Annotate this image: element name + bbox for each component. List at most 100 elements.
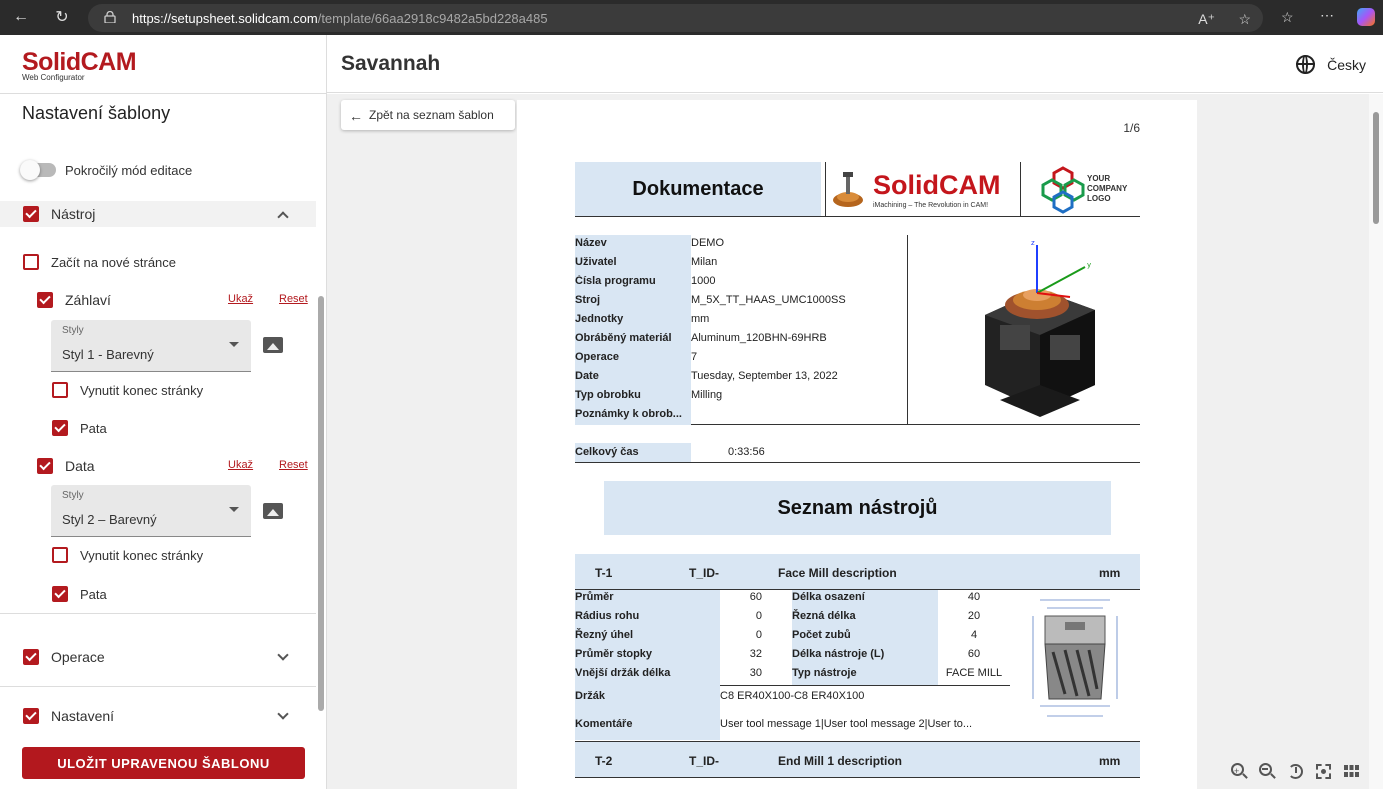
zoom-out-icon[interactable]: [1259, 763, 1277, 781]
data-footer-row[interactable]: Pata: [52, 586, 107, 602]
divider: [0, 686, 316, 687]
document-page: 1/6 Dokumentace SolidCAM iMachining – Th…: [517, 100, 1197, 789]
address-bar[interactable]: https://setupsheet.solidcam.com/template…: [88, 4, 1263, 32]
start-new-page-row[interactable]: Začít na nové stránce: [23, 254, 176, 270]
sidebar-divider: [0, 93, 326, 94]
tool-number: T-1: [595, 566, 613, 580]
setup-checkbox[interactable]: [23, 708, 39, 724]
header-footer-checkbox[interactable]: [52, 420, 68, 436]
header-row[interactable]: Záhlaví: [37, 292, 111, 308]
favorites-icon[interactable]: ☆: [1281, 9, 1294, 26]
grid-view-icon[interactable]: [1343, 763, 1361, 781]
tool-param-value: 0: [755, 629, 762, 641]
fit-screen-icon[interactable]: [1315, 763, 1333, 781]
operation-checkbox[interactable]: [23, 649, 39, 665]
tool-param-label: Průměr: [575, 591, 614, 603]
reload-icon[interactable]: ↻: [51, 6, 73, 28]
header-label: Záhlaví: [65, 292, 111, 308]
image-icon[interactable]: [263, 337, 283, 353]
header-force-end-checkbox[interactable]: [52, 382, 68, 398]
scrollbar-thumb[interactable]: [1373, 112, 1379, 224]
chevron-down-icon[interactable]: [277, 708, 289, 720]
header-show-link[interactable]: Ukaž: [228, 293, 253, 305]
sidebar-scrollbar[interactable]: [316, 201, 326, 736]
data-show-link[interactable]: Ukaž: [228, 459, 253, 471]
header-checkbox[interactable]: [37, 292, 53, 308]
data-style-select[interactable]: Styly Styl 2 – Barevný: [51, 485, 251, 537]
sidebar-title: Nastavení šablony: [22, 103, 171, 123]
image-icon[interactable]: [263, 503, 283, 519]
holder-label: Držák: [575, 690, 605, 702]
solidcam-doc-logo-text: SolidCAM: [873, 170, 1001, 200]
read-aloud-icon[interactable]: A⁺: [1198, 11, 1215, 28]
back-arrow-icon[interactable]: ←: [10, 6, 32, 28]
solidcam-logo: SolidCAM Web Configurator: [22, 49, 137, 82]
data-footer-label: Pata: [80, 586, 107, 602]
total-time-row: Celkový čas 0:33:56: [575, 443, 1140, 463]
tool-param-label: Délka osazení: [792, 591, 865, 603]
tool-header-row: T-2 T_ID- End Mill 1 description mm: [575, 742, 1140, 778]
data-footer-checkbox[interactable]: [52, 586, 68, 602]
operation-section-row[interactable]: Operace: [23, 649, 105, 665]
tool-number: T-2: [595, 754, 613, 768]
data-force-end-label: Vynutit konec stránky: [80, 547, 204, 563]
tool-param-label: Průměr stopky: [575, 648, 653, 660]
favorite-star-icon[interactable]: ☆: [1238, 11, 1251, 28]
advanced-mode-toggle[interactable]: [20, 160, 56, 180]
copilot-icon[interactable]: [1357, 8, 1375, 26]
more-menu-icon[interactable]: ⋯: [1320, 7, 1334, 24]
top-bar: Savannah Česky: [327, 35, 1383, 93]
data-force-end-row[interactable]: Vynutit konec stránky: [52, 547, 203, 563]
preview-scrollbar[interactable]: [1369, 94, 1383, 789]
header-style-value: Styl 1 - Barevný: [62, 347, 154, 362]
tool-description: End Mill 1 description: [778, 754, 903, 768]
tool-param-label: Počet zubů: [792, 629, 851, 641]
header-reset-link[interactable]: Reset: [279, 293, 308, 305]
page-number: 1/6: [1123, 121, 1140, 135]
start-new-page-checkbox[interactable]: [23, 254, 39, 270]
info-key: Jednotky: [575, 313, 624, 325]
setup-label: Nastavení: [51, 708, 115, 724]
comment-label: Komentáře: [575, 718, 633, 730]
tool-description: Face Mill description: [778, 566, 897, 580]
info-value: Milling: [691, 389, 723, 401]
back-label: Zpět na seznam šablon: [369, 108, 494, 122]
language-selector[interactable]: Česky: [1296, 55, 1366, 74]
tool-param-value: FACE MILL: [945, 667, 1003, 679]
tool-id: T_ID-: [689, 754, 719, 768]
tool-param-value: 60: [749, 591, 762, 603]
advanced-mode-label: Pokročilý mód editace: [65, 163, 193, 178]
tool-checkbox[interactable]: [23, 206, 39, 222]
tool-param-label: Rádius rohu: [575, 610, 640, 622]
info-key: Čísla programu: [575, 275, 656, 287]
params-divider: [720, 685, 1010, 686]
tool-param-value: 4: [970, 629, 978, 641]
setup-section-row[interactable]: Nastavení: [23, 708, 114, 724]
header-force-end-label: Vynutit konec stránky: [80, 382, 204, 398]
back-to-templates-button[interactable]: ← Zpět na seznam šablon: [341, 100, 515, 130]
data-force-end-checkbox[interactable]: [52, 547, 68, 563]
info-value: 1000: [691, 275, 716, 287]
doc-title: Dokumentace: [575, 162, 821, 216]
page-title: Savannah: [341, 52, 441, 75]
header-footer-row[interactable]: Pata: [52, 420, 107, 436]
header-style-select[interactable]: Styly Styl 1 - Barevný: [51, 320, 251, 372]
data-checkbox[interactable]: [37, 458, 53, 474]
svg-text:y: y: [1087, 261, 1091, 269]
scrollbar-thumb[interactable]: [318, 296, 324, 711]
tool-header-row: T-1 T_ID- Face Mill description mm: [575, 554, 1140, 590]
data-row[interactable]: Data: [37, 458, 95, 474]
solidcam-tagline: iMachining – The Revolution in CAM!: [873, 202, 989, 209]
save-template-button[interactable]: ULOŽIT UPRAVENOU ŠABLONU: [22, 747, 305, 779]
reset-zoom-icon[interactable]: [1287, 763, 1305, 781]
zoom-in-icon[interactable]: +: [1231, 763, 1249, 781]
divider: [0, 613, 316, 614]
sidebar: SolidCAM Web Configurator Nastavení šabl…: [0, 35, 327, 789]
start-new-page-label: Začít na nové stránce: [51, 254, 177, 270]
header-force-end-row[interactable]: Vynutit konec stránky: [52, 382, 203, 398]
tool-param-label: Řezná délka: [792, 610, 856, 622]
data-reset-link[interactable]: Reset: [279, 459, 308, 471]
tool-param-label: Délka nástroje (L): [792, 648, 885, 660]
chevron-down-icon[interactable]: [277, 649, 289, 661]
tool-section-row[interactable]: Nástroj: [23, 206, 95, 222]
